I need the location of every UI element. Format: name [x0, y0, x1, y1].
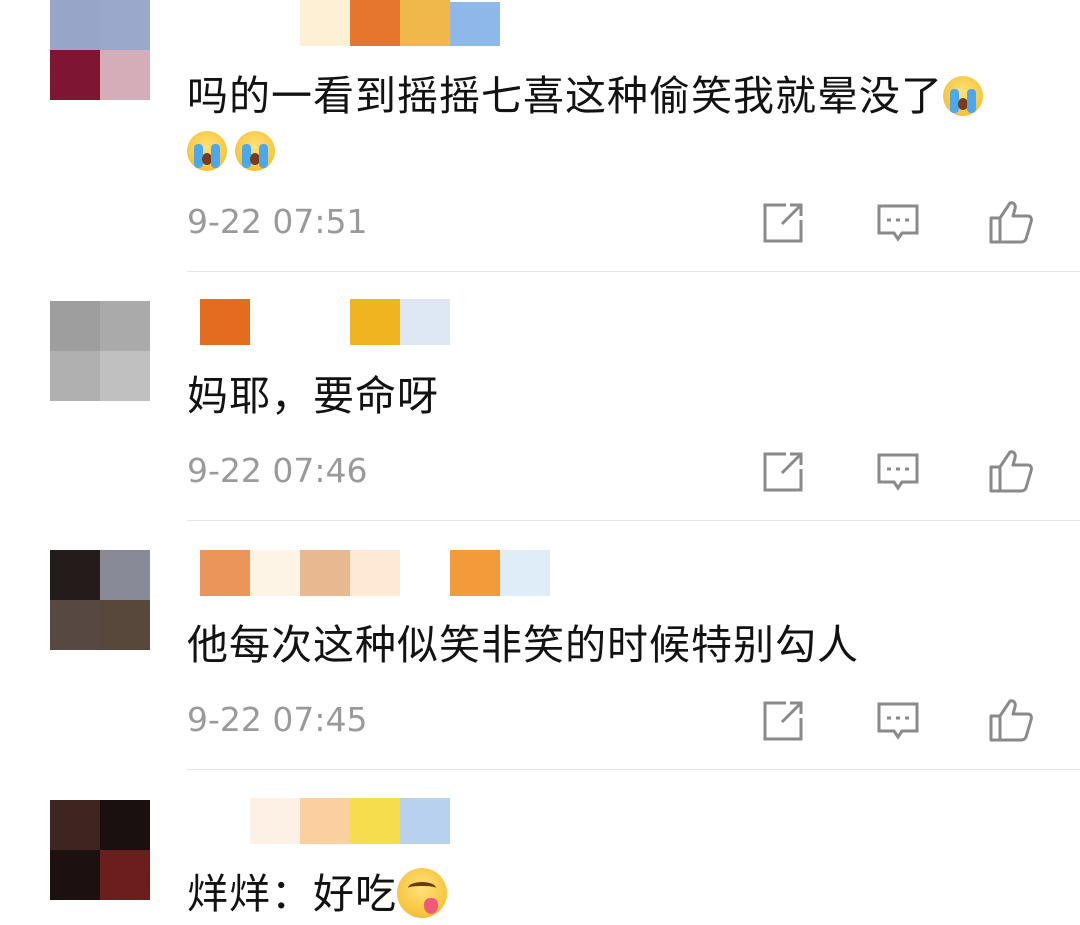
avatar-pixel [50, 550, 100, 600]
divider [187, 520, 1080, 521]
comment-button[interactable] [875, 200, 921, 246]
username-blurred[interactable] [200, 299, 450, 345]
comment-text: 他每次这种似笑非笑的时候特别勾人 [187, 620, 859, 670]
avatar-pixel [50, 800, 100, 850]
username-blurred[interactable] [250, 0, 500, 46]
avatar[interactable] [50, 0, 150, 100]
comment-text: 烊烊：好吃 [187, 868, 447, 919]
avatar[interactable] [50, 800, 150, 900]
avatar-pixel [50, 301, 100, 351]
comment-bubble-icon [877, 702, 919, 740]
comment-text-content: 他每次这种似笑非笑的时候特别勾人 [187, 621, 859, 669]
share-button[interactable] [760, 698, 806, 744]
avatar[interactable] [50, 550, 150, 650]
username-blurred[interactable] [250, 798, 450, 844]
thumbs-up-icon [989, 450, 1033, 493]
username-blurred[interactable] [200, 550, 550, 596]
avatar-pixel [50, 50, 100, 100]
share-edit-icon [763, 203, 803, 243]
avatar-pixel [100, 50, 150, 100]
avatar-pixel [50, 351, 100, 401]
share-edit-icon [763, 701, 803, 741]
avatar-pixel [50, 850, 100, 900]
crying-emoji-icon [187, 131, 227, 171]
avatar-pixel [100, 800, 150, 850]
avatar-pixel [50, 0, 100, 50]
comment-text-content: 烊烊：好吃 [187, 870, 397, 918]
comment-timestamp: 9-22 07:51 [187, 202, 368, 241]
comment-emoji-line [187, 126, 276, 176]
like-button[interactable] [988, 697, 1034, 743]
divider [187, 769, 1080, 770]
yum-emoji-icon [397, 868, 447, 918]
comment-button[interactable] [875, 449, 921, 495]
divider [187, 271, 1080, 272]
comment-bubble-icon [877, 453, 919, 491]
share-button[interactable] [760, 200, 806, 246]
share-edit-icon [763, 452, 803, 492]
like-button[interactable] [988, 448, 1034, 494]
avatar-pixel [100, 600, 150, 650]
avatar-pixel [100, 550, 150, 600]
like-button[interactable] [988, 199, 1034, 245]
avatar-pixel [100, 351, 150, 401]
avatar-pixel [50, 600, 100, 650]
comment-text-content: 吗的一看到摇摇七喜这种偷笑我就晕没了 [187, 72, 943, 120]
avatar-pixel [100, 301, 150, 351]
crying-emoji-icon [235, 131, 276, 171]
comment-button[interactable] [875, 698, 921, 744]
thumbs-up-icon [989, 201, 1033, 244]
comment-timestamp: 9-22 07:46 [187, 451, 368, 490]
crying-emoji-icon [943, 76, 983, 116]
comment-timestamp: 9-22 07:45 [187, 700, 368, 739]
avatar[interactable] [50, 301, 150, 401]
comment-text-content: 妈耶，要命呀 [187, 372, 439, 420]
comment-text: 妈耶，要命呀 [187, 371, 439, 421]
comment-bubble-icon [877, 204, 919, 242]
comment-text: 吗的一看到摇摇七喜这种偷笑我就晕没了 [187, 71, 983, 121]
avatar-pixel [100, 0, 150, 50]
share-button[interactable] [760, 449, 806, 495]
thumbs-up-icon [989, 699, 1033, 742]
avatar-pixel [100, 850, 150, 900]
